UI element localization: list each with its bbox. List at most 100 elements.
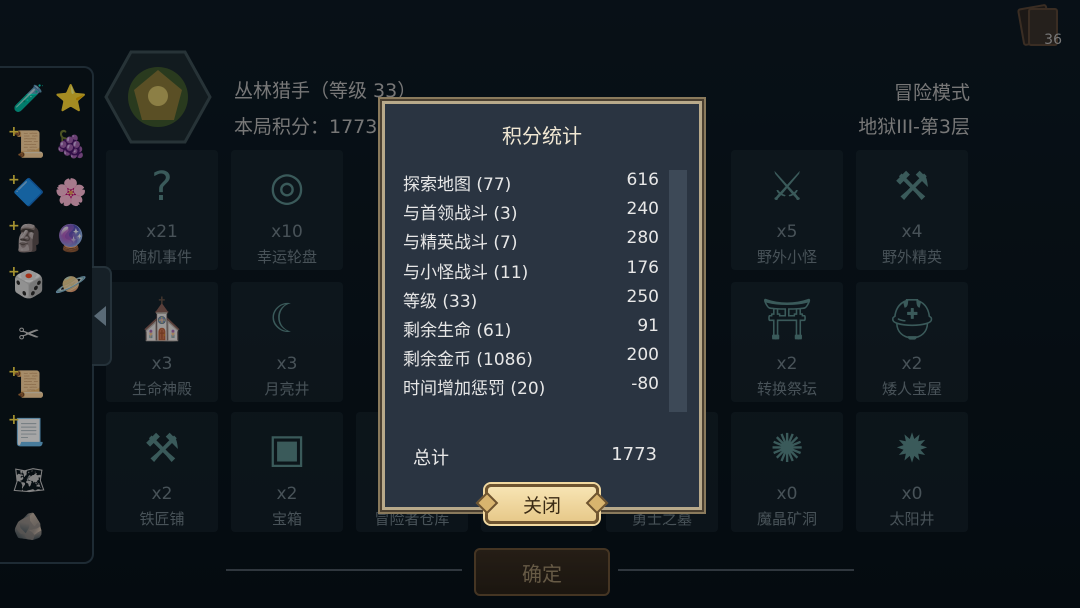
tile-treasure-chest[interactable]: ▣ x2 宝箱 [231,412,343,532]
map-scroll-icon[interactable]: 📜 + [8,124,48,164]
idol-statue-icon[interactable]: 🗿 + [8,218,48,258]
tile-label: 铁匠铺 [139,510,185,528]
tile-field-monster[interactable]: ⚔ x5 野外小怪 [731,150,843,270]
hero-avatar [104,50,212,144]
potion-icon[interactable]: 🧪 [10,80,48,118]
score-row: 与首领战斗 (3) 240 [403,195,659,224]
score-row: 剩余金币 (1086) 200 [403,341,659,370]
score-row-value: 200 [626,345,659,366]
score-row: 探索地图 (77) 616 [403,166,659,195]
plus-icon: + [8,218,20,234]
item-glyph: 🪐 [54,270,88,300]
plus-icon: + [8,364,20,380]
score-stats-dialog: 积分统计 探索地图 (77) 616 与首领战斗 (3) 240 与精英战斗 (7) 28… [382,101,702,510]
tile-count: x10 [271,222,303,242]
tile-label: 勇士之墓 [631,510,692,528]
rock-icon[interactable]: 🪨 [10,508,48,546]
score-row-label: 剩余金币 (1086) [403,350,533,371]
flower-icon[interactable]: 🌸 [52,174,90,212]
scrollbar[interactable] [669,170,687,412]
score-row-label: 时间增加惩罚 (20) [403,379,546,400]
tile-icon: ⚒ [144,426,180,472]
tile-icon: ✹ [895,426,929,472]
tile-icon: ⛪ [137,297,187,343]
item-glyph: 🔮 [54,224,88,254]
item-glyph: ⭐ [54,84,88,114]
tied-scroll-icon[interactable]: 📃 + [8,412,48,452]
tile-label: 野外精英 [881,248,942,266]
tongs-icon[interactable]: ✂ [10,316,48,354]
tile-transform-altar[interactable]: ⛩ x2 转换祭坛 [731,282,843,402]
deck-count: 36 [1044,32,1062,48]
tile-label: 转换祭坛 [756,380,817,398]
item-bar: 🧪 ⭐ 📜 + 🍇 🔷 + 🌸 🗿 + 🔮 🎲 + 🪐 ✂ 📜 + 📃 + 🗺 🪨 [0,66,94,564]
tile-label: 冒险者仓库 [374,510,450,528]
card-deck-icon[interactable]: 36 [1016,3,1062,48]
score-row-label: 探索地图 (77) [403,175,512,195]
mode-name: 冒险模式 [893,82,970,104]
tile-label: 随机事件 [131,248,192,266]
score-row-label: 剩余生命 (61) [403,320,512,341]
tile-crystal-mine[interactable]: ✺ x0 魔晶矿洞 [731,412,843,532]
plus-icon: + [8,124,20,140]
item-glyph: ✂ [18,320,40,350]
berries-icon[interactable]: 🍇 [52,126,90,164]
score-row: 剩余生命 (61) 91 [403,312,659,341]
score-row: 等级 (33) 250 [403,283,659,312]
score-row-value: -80 [631,374,659,395]
score-row-value: 176 [626,257,659,278]
tile-label: 矮人宝屋 [881,380,942,398]
dungeon-level: 地狱III-第3层 [858,116,970,138]
item-glyph: 🍇 [54,130,88,160]
tile-icon: ☾ [269,296,305,342]
tile-count: x3 [276,354,298,374]
score-row-value: 280 [626,228,659,249]
tile-label: 宝箱 [271,510,302,528]
hero-name: 丛林猎手（等级 33） [234,80,417,102]
parchment-icon[interactable]: 📜 + [8,364,48,404]
tile-life-temple[interactable]: ⛪ x3 生命神殿 [106,282,218,402]
plus-icon: + [8,412,20,428]
divider-right [618,569,854,571]
tile-dwarf-treasure[interactable]: ⛑ x2 矮人宝屋 [856,282,968,402]
score-row-label: 与小怪战斗 (11) [403,262,529,283]
item-glyph: 🪨 [12,512,46,542]
tile-icon: ⛑ [886,297,938,343]
tile-label: 野外小怪 [756,248,817,266]
dice-box-icon[interactable]: 🎲 + [8,264,48,304]
old-map-icon[interactable]: 🗺 [10,462,48,500]
tile-count: x2 [901,354,923,374]
close-button[interactable]: 关闭 [485,484,599,524]
purple-orb-icon[interactable]: 🔮 [52,220,90,258]
score-row-label: 等级 (33) [403,291,478,312]
score-row-value: 240 [626,199,659,220]
plus-icon: + [8,264,20,280]
tile-count: x0 [901,484,923,504]
tile-field-elite[interactable]: ⚒ x4 野外精英 [856,150,968,270]
item-glyph: 🌸 [54,178,88,208]
score-row-value: 616 [626,170,659,190]
item-bar-toggle[interactable] [92,266,112,366]
tile-lucky-wheel[interactable]: ◎ x10 幸运轮盘 [231,150,343,270]
tile-icon: ? [151,164,173,210]
pink-planet-icon[interactable]: 🪐 [52,266,90,304]
tile-sun-well[interactable]: ✹ x0 太阳井 [856,412,968,532]
tile-icon: ⚔ [769,164,805,210]
score-row: 时间增加惩罚 (20) -80 [403,370,659,399]
starfish-icon[interactable]: ⭐ [52,80,90,118]
score-row: 与精英战斗 (7) 280 [403,224,659,253]
tile-count: x2 [276,484,298,504]
tile-count: x0 [776,484,798,504]
blue-gem-icon[interactable]: 🔷 + [8,172,48,212]
score-list: 探索地图 (77) 616 与首领战斗 (3) 240 与精英战斗 (7) 280 与小怪战… [403,166,659,400]
score-row: 与小怪战斗 (11) 176 [403,254,659,283]
confirm-button[interactable]: 确定 [474,548,610,596]
tile-icon: ▣ [268,426,306,472]
tile-random-event[interactable]: ? x21 随机事件 [106,150,218,270]
tile-count: x2 [776,354,798,374]
tile-moon-well[interactable]: ☾ x3 月亮井 [231,282,343,402]
score-row-value: 91 [637,315,659,336]
tile-label: 太阳井 [889,510,935,528]
tile-label: 月亮井 [264,380,310,398]
tile-blacksmith[interactable]: ⚒ x2 铁匠铺 [106,412,218,532]
